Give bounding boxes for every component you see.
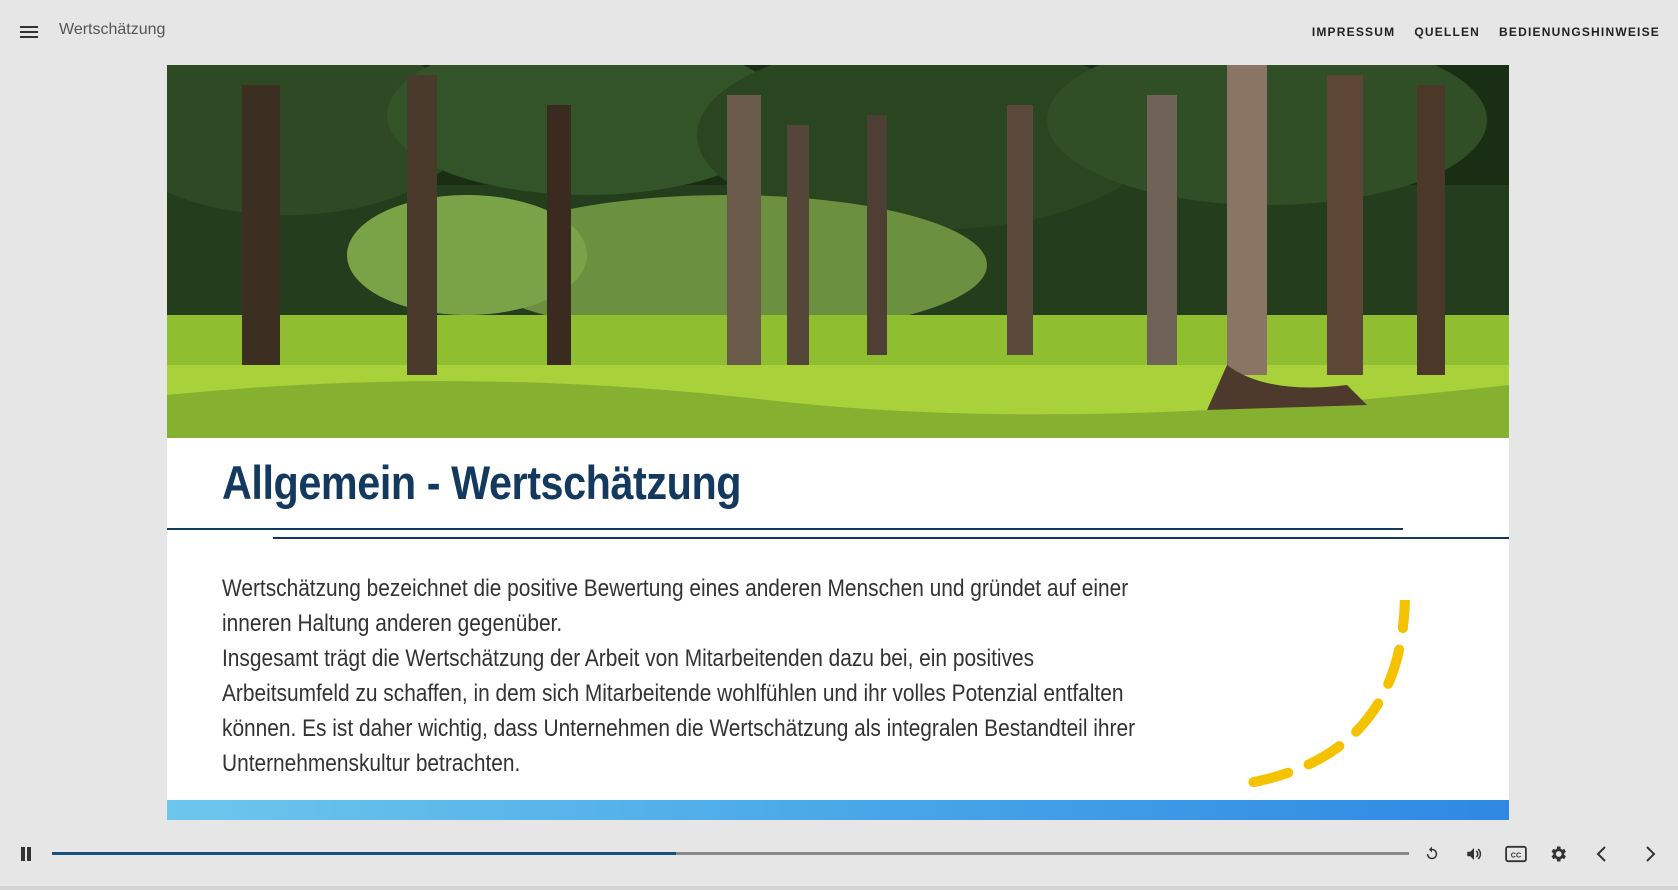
closed-captions-icon[interactable]: CC xyxy=(1504,842,1528,866)
progress-bar-fill xyxy=(52,852,677,855)
slide-body-text: Wertschätzung bezeichnet die positive Be… xyxy=(222,571,1144,781)
top-navigation: IMPRESSUM QUELLEN BEDIENUNGSHINWEISE xyxy=(1312,25,1660,39)
slide-title: Allgemein - Wertschätzung xyxy=(222,456,742,509)
hero-image-forest xyxy=(167,65,1509,438)
svg-text:CC: CC xyxy=(1511,851,1521,860)
chevron-left-icon[interactable] xyxy=(1590,842,1614,866)
player-controls: CC xyxy=(0,835,1678,871)
body-paragraph: Insgesamt trägt die Wertschätzung der Ar… xyxy=(222,645,1136,777)
progress-bar[interactable] xyxy=(52,852,1409,855)
settings-gear-icon[interactable] xyxy=(1546,842,1570,866)
window-bottom-edge xyxy=(0,886,1678,890)
volume-icon[interactable] xyxy=(1462,842,1486,866)
nav-link-bedienungshinweise[interactable]: BEDIENUNGSHINWEISE xyxy=(1499,25,1660,39)
body-paragraph: Wertschätzung bezeichnet die positive Be… xyxy=(222,575,1129,637)
title-underline-bottom xyxy=(273,537,1509,539)
slide-canvas: Allgemein - Wertschätzung Wertschätzung … xyxy=(167,65,1509,820)
nav-link-impressum[interactable]: IMPRESSUM xyxy=(1312,25,1395,39)
nav-link-quellen[interactable]: QUELLEN xyxy=(1414,25,1480,39)
bottom-gradient-strip xyxy=(167,800,1509,820)
decorative-dashed-arc xyxy=(1232,600,1410,790)
hamburger-menu-icon[interactable] xyxy=(20,22,42,42)
chevron-right-icon[interactable] xyxy=(1638,842,1662,866)
replay-icon[interactable] xyxy=(1420,842,1444,866)
top-bar: Wertschätzung IMPRESSUM QUELLEN BEDIENUN… xyxy=(0,0,1678,64)
title-underline-top xyxy=(167,528,1403,530)
course-title: Wertschätzung xyxy=(59,21,166,38)
forest-illustration xyxy=(167,65,1509,438)
pause-icon[interactable] xyxy=(20,847,32,861)
